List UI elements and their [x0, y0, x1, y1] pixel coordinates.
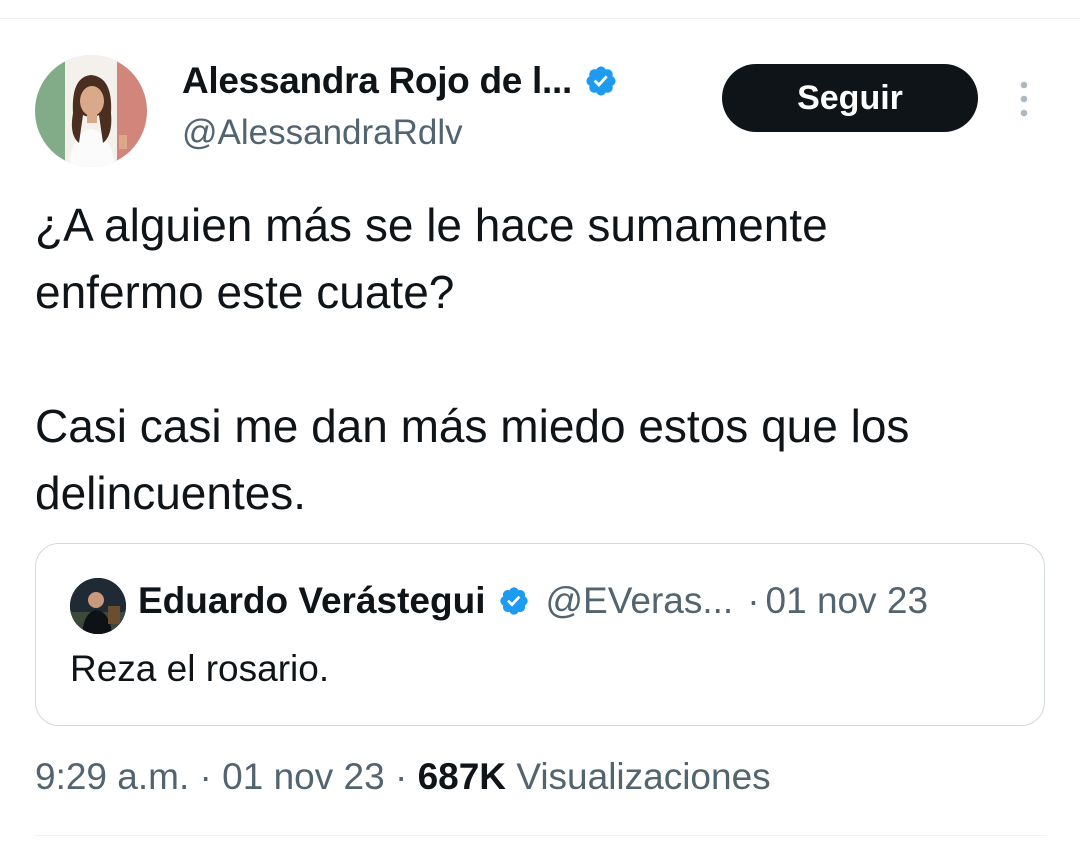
- tweet-date[interactable]: 01 nov 23: [222, 756, 385, 797]
- tweet-text: ¿A alguien más se le hace sumamente enfe…: [35, 192, 1045, 527]
- verified-badge-icon: [499, 587, 528, 615]
- more-options-icon[interactable]: [1012, 80, 1036, 118]
- author-name-row: Alessandra Rojo de l...: [182, 60, 618, 102]
- author-display-name[interactable]: Alessandra Rojo de l...: [182, 60, 572, 102]
- separator-dot: ·: [199, 756, 212, 797]
- follow-button[interactable]: Seguir: [722, 64, 978, 132]
- tweet-metadata: 9:29 a.m. · 01 nov 23 · 687K Visualizaci…: [35, 756, 771, 798]
- tweet-line: Casi casi me dan más miedo estos que los: [35, 400, 910, 452]
- author-avatar-image: [35, 55, 147, 167]
- quoted-author-avatar[interactable]: [70, 578, 126, 634]
- tweet-line: delincuentes.: [35, 467, 307, 519]
- views-label[interactable]: Visualizaciones: [516, 756, 770, 797]
- tweet-time[interactable]: 9:29 a.m.: [35, 756, 189, 797]
- separator-dot: ·: [747, 580, 760, 621]
- tweet-line: enfermo este cuate?: [35, 266, 455, 318]
- quoted-author-avatar-image: [70, 578, 126, 634]
- tweet-line: ¿A alguien más se le hace sumamente: [35, 199, 828, 251]
- author-avatar[interactable]: [35, 55, 147, 167]
- top-divider: [0, 18, 1080, 19]
- verified-badge-icon: [586, 66, 616, 96]
- views-count[interactable]: 687K: [418, 756, 506, 797]
- quoted-tweet-text: Reza el rosario.: [70, 648, 330, 689]
- quoted-tweet-header: Eduardo Verástegui @EVeras... · 01 nov 2…: [138, 580, 928, 622]
- quoted-tweet-date[interactable]: 01 nov 23: [766, 580, 929, 622]
- author-handle[interactable]: @AlessandraRdlv: [182, 113, 463, 153]
- separator-dot: ·: [394, 756, 408, 797]
- quoted-author-handle[interactable]: @EVeras...: [546, 580, 734, 622]
- quoted-tweet-card[interactable]: Eduardo Verástegui @EVeras... · 01 nov 2…: [35, 543, 1045, 726]
- bottom-divider: [35, 835, 1047, 836]
- quoted-author-name[interactable]: Eduardo Verástegui: [138, 580, 486, 622]
